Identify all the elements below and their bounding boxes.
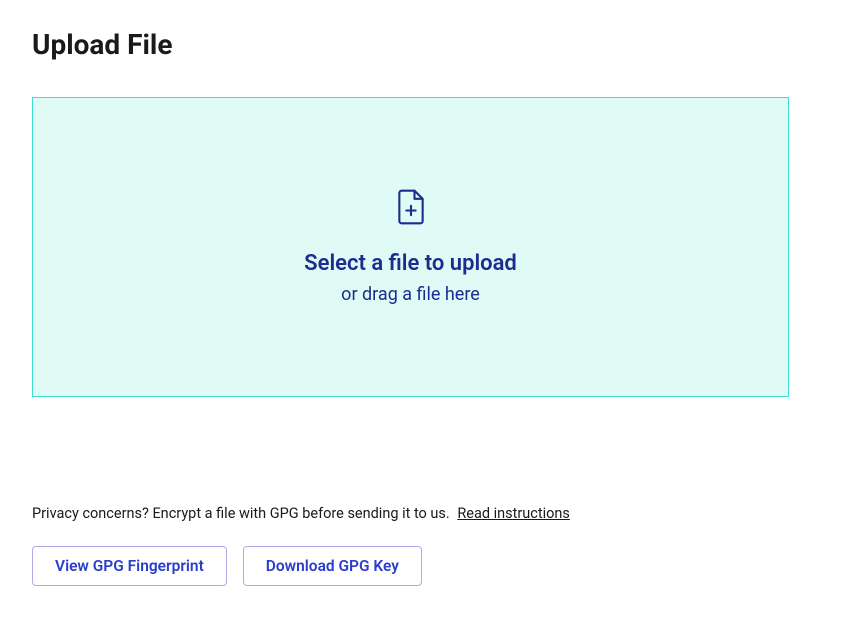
dropzone-primary-text: Select a file to upload (304, 251, 517, 276)
dropzone-secondary-text: or drag a file here (341, 284, 480, 305)
file-plus-icon (397, 189, 425, 251)
view-gpg-fingerprint-button[interactable]: View GPG Fingerprint (32, 546, 227, 586)
privacy-section: Privacy concerns? Encrypt a file with GP… (32, 505, 809, 586)
download-gpg-key-button[interactable]: Download GPG Key (243, 546, 422, 586)
file-dropzone[interactable]: Select a file to upload or drag a file h… (32, 97, 789, 397)
privacy-text-line: Privacy concerns? Encrypt a file with GP… (32, 505, 809, 522)
gpg-button-row: View GPG Fingerprint Download GPG Key (32, 546, 809, 586)
privacy-text: Privacy concerns? Encrypt a file with GP… (32, 505, 450, 522)
read-instructions-link[interactable]: Read instructions (457, 505, 570, 522)
page-title: Upload File (32, 28, 809, 61)
